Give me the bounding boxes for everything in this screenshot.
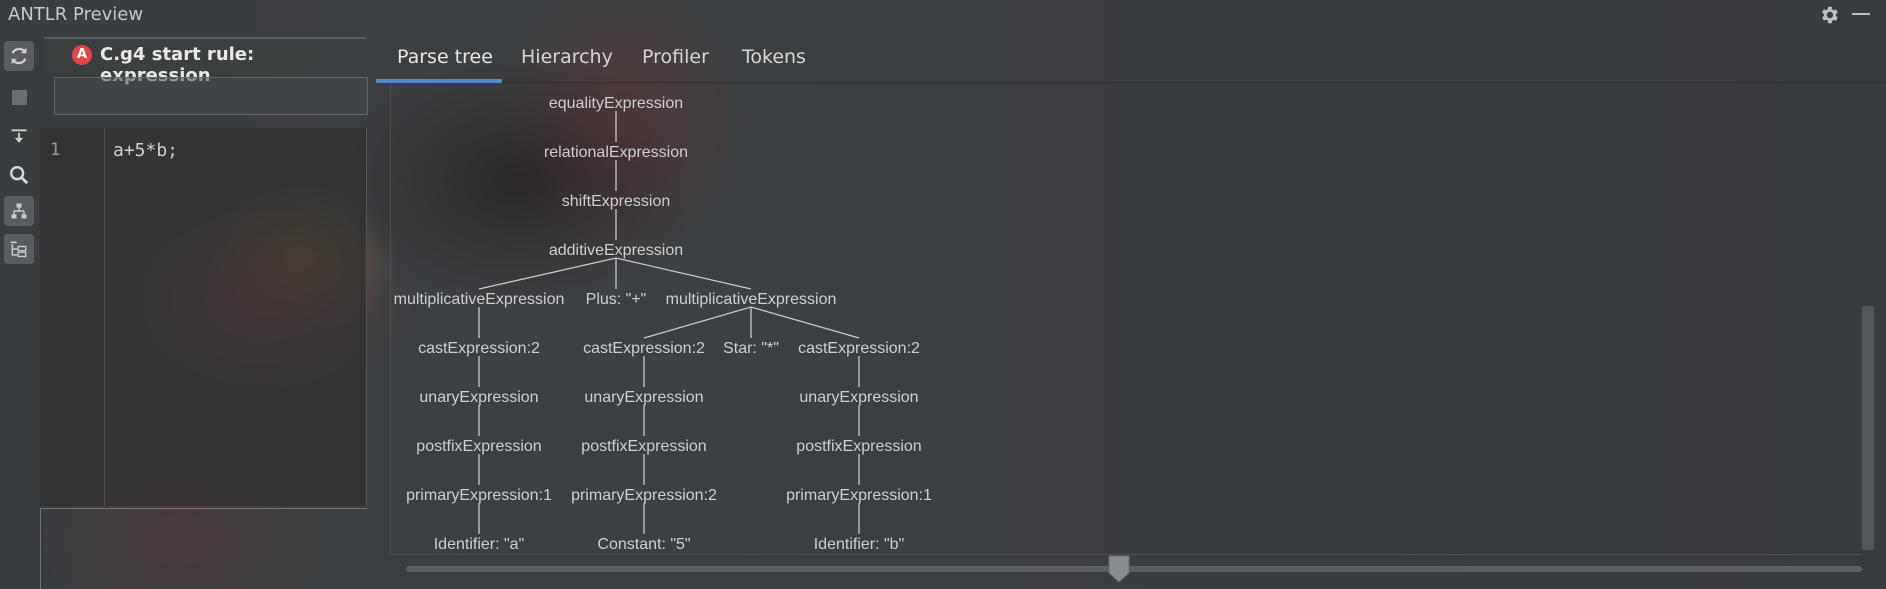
tab-tokens[interactable]: Tokens — [742, 46, 806, 68]
view-tab-bar: Parse tree Hierarchy Profiler Tokens — [376, 36, 1886, 83]
tree-node[interactable]: castExpression:2 — [418, 340, 540, 357]
tree-node[interactable]: postfixExpression — [416, 438, 541, 455]
import-button[interactable] — [4, 122, 34, 152]
tree-node[interactable]: Identifier: "a" — [434, 536, 525, 553]
tree-node[interactable]: castExpression:2 — [798, 340, 920, 357]
search-button[interactable] — [4, 160, 34, 190]
tab-profiler[interactable]: Profiler — [642, 46, 709, 68]
import-icon — [11, 129, 27, 143]
parse-tree-canvas: equalityExpression relationalExpression sh… — [394, 95, 932, 553]
hierarchy-button[interactable] — [4, 196, 34, 226]
tree-node[interactable]: Plus: "+" — [586, 291, 647, 308]
tree-node[interactable]: postfixExpression — [581, 438, 706, 455]
hierarchy-icon — [11, 203, 27, 219]
window-title: ANTLR Preview — [8, 4, 144, 25]
tree-edge — [478, 257, 617, 290]
tree-node[interactable]: shiftExpression — [562, 193, 671, 210]
tree-node[interactable]: unaryExpression — [419, 389, 538, 406]
tree-edge — [750, 306, 860, 339]
editor-tab[interactable]: A C.g4 start rule: expression — [44, 37, 366, 86]
title-bar: ANTLR Preview — [0, 0, 1886, 30]
tree-node[interactable]: multiplicativeExpression — [394, 291, 565, 308]
tree-node[interactable]: primaryExpression:1 — [406, 487, 552, 504]
zoom-slider-thumb[interactable] — [1108, 555, 1130, 583]
tree-edge — [643, 306, 752, 339]
tree-node[interactable]: castExpression:2 — [583, 340, 705, 357]
minimize-button[interactable] — [1852, 13, 1870, 15]
line-number: 1 — [50, 140, 61, 160]
vertical-scrollbar[interactable] — [1862, 306, 1874, 550]
tree-node[interactable]: equalityExpression — [549, 95, 683, 112]
bottom-panel — [40, 508, 367, 589]
stop-icon[interactable] — [12, 90, 27, 105]
gear-icon[interactable] — [1818, 4, 1840, 26]
tree-edge — [615, 257, 752, 290]
tree-node[interactable]: Constant: "5" — [597, 536, 690, 553]
left-toolbar — [0, 36, 38, 588]
tree-node[interactable]: primaryExpression:2 — [571, 487, 717, 504]
tree-node[interactable]: unaryExpression — [584, 389, 703, 406]
tree-node[interactable]: multiplicativeExpression — [666, 291, 837, 308]
code-line[interactable]: a+5*b; — [113, 140, 178, 161]
refresh-icon — [11, 47, 27, 65]
zoom-slider-track[interactable] — [406, 566, 1862, 572]
tree-node[interactable]: postfixExpression — [796, 438, 921, 455]
tree-node[interactable]: Star: "*" — [723, 340, 779, 357]
parse-tree-panel: equalityExpression relationalExpression sh… — [390, 84, 1863, 555]
tab-parse-tree[interactable]: Parse tree — [397, 46, 493, 68]
tab-hierarchy[interactable]: Hierarchy — [521, 46, 613, 68]
line-number-gutter — [40, 128, 105, 506]
search-icon — [10, 166, 29, 185]
tree-node[interactable]: Identifier: "b" — [814, 536, 905, 553]
selected-tab-indicator — [376, 79, 502, 83]
tree-node[interactable]: primaryExpression:1 — [786, 487, 932, 504]
tree-node[interactable]: additiveExpression — [549, 242, 683, 259]
input-text-field[interactable] — [54, 77, 368, 115]
refresh-button[interactable] — [4, 41, 34, 71]
antlr-badge-icon: A — [72, 45, 92, 65]
tree-node[interactable]: relationalExpression — [544, 144, 688, 161]
tree-view-button[interactable] — [4, 234, 34, 264]
tree-node[interactable]: unaryExpression — [799, 389, 918, 406]
tree-folder-icon — [10, 241, 27, 258]
